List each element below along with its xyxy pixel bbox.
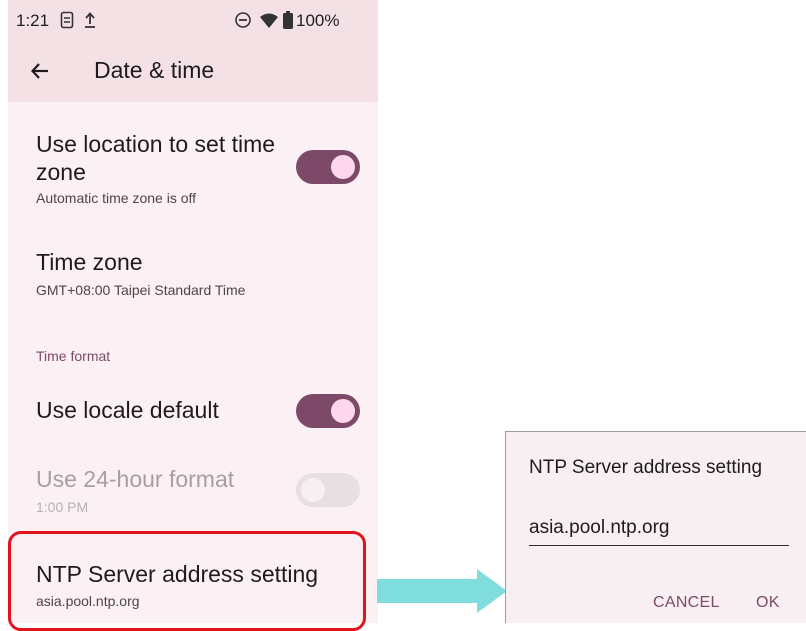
toggle-knob [331, 155, 355, 179]
highlight-outline [8, 531, 366, 631]
back-arrow-icon [30, 63, 48, 79]
battery-percent: 100% [296, 11, 340, 30]
upload-icon [83, 11, 97, 34]
setting-subtitle: 1:00 PM [36, 499, 89, 515]
setting-title: Time zone [36, 249, 143, 275]
toggle-knob [301, 478, 325, 502]
setting-title: Use locale default [36, 397, 219, 423]
setting-24-hour-format: Use 24-hour format 1:00 PM [8, 455, 378, 525]
setting-subtitle: GMT+08:00 Taipei Standard Time [36, 282, 246, 298]
status-time: 1:21 [16, 11, 50, 30]
locale-default-toggle[interactable] [296, 394, 360, 428]
setting-locale-default[interactable]: Use locale default [8, 380, 378, 440]
section-header-time-format: Time format [36, 348, 111, 364]
callout-arrow [377, 569, 509, 618]
dialog-frame [505, 431, 806, 623]
back-button[interactable] [25, 56, 55, 86]
page-title: Date & time [94, 57, 215, 83]
status-bar: 1:21 100% [8, 0, 378, 42]
wifi-icon [259, 11, 279, 34]
location-timezone-toggle[interactable] [296, 150, 360, 184]
dnd-icon [234, 11, 252, 34]
battery-icon [282, 11, 294, 34]
setting-location-timezone[interactable]: Use location to set time zone Automatic … [8, 120, 378, 220]
24-hour-toggle [296, 473, 360, 507]
setting-title: Use location to set time zone [36, 131, 276, 185]
setting-time-zone[interactable]: Time zone GMT+08:00 Taipei Standard Time [8, 236, 378, 316]
setting-subtitle: Automatic time zone is off [36, 190, 197, 206]
sim-icon [60, 11, 74, 34]
setting-title: Use 24-hour format [36, 466, 235, 492]
toggle-knob [331, 399, 355, 423]
phone-screen: 1:21 100% Date & time Use location to se… [8, 0, 378, 623]
app-bar: Date & time [8, 42, 378, 102]
